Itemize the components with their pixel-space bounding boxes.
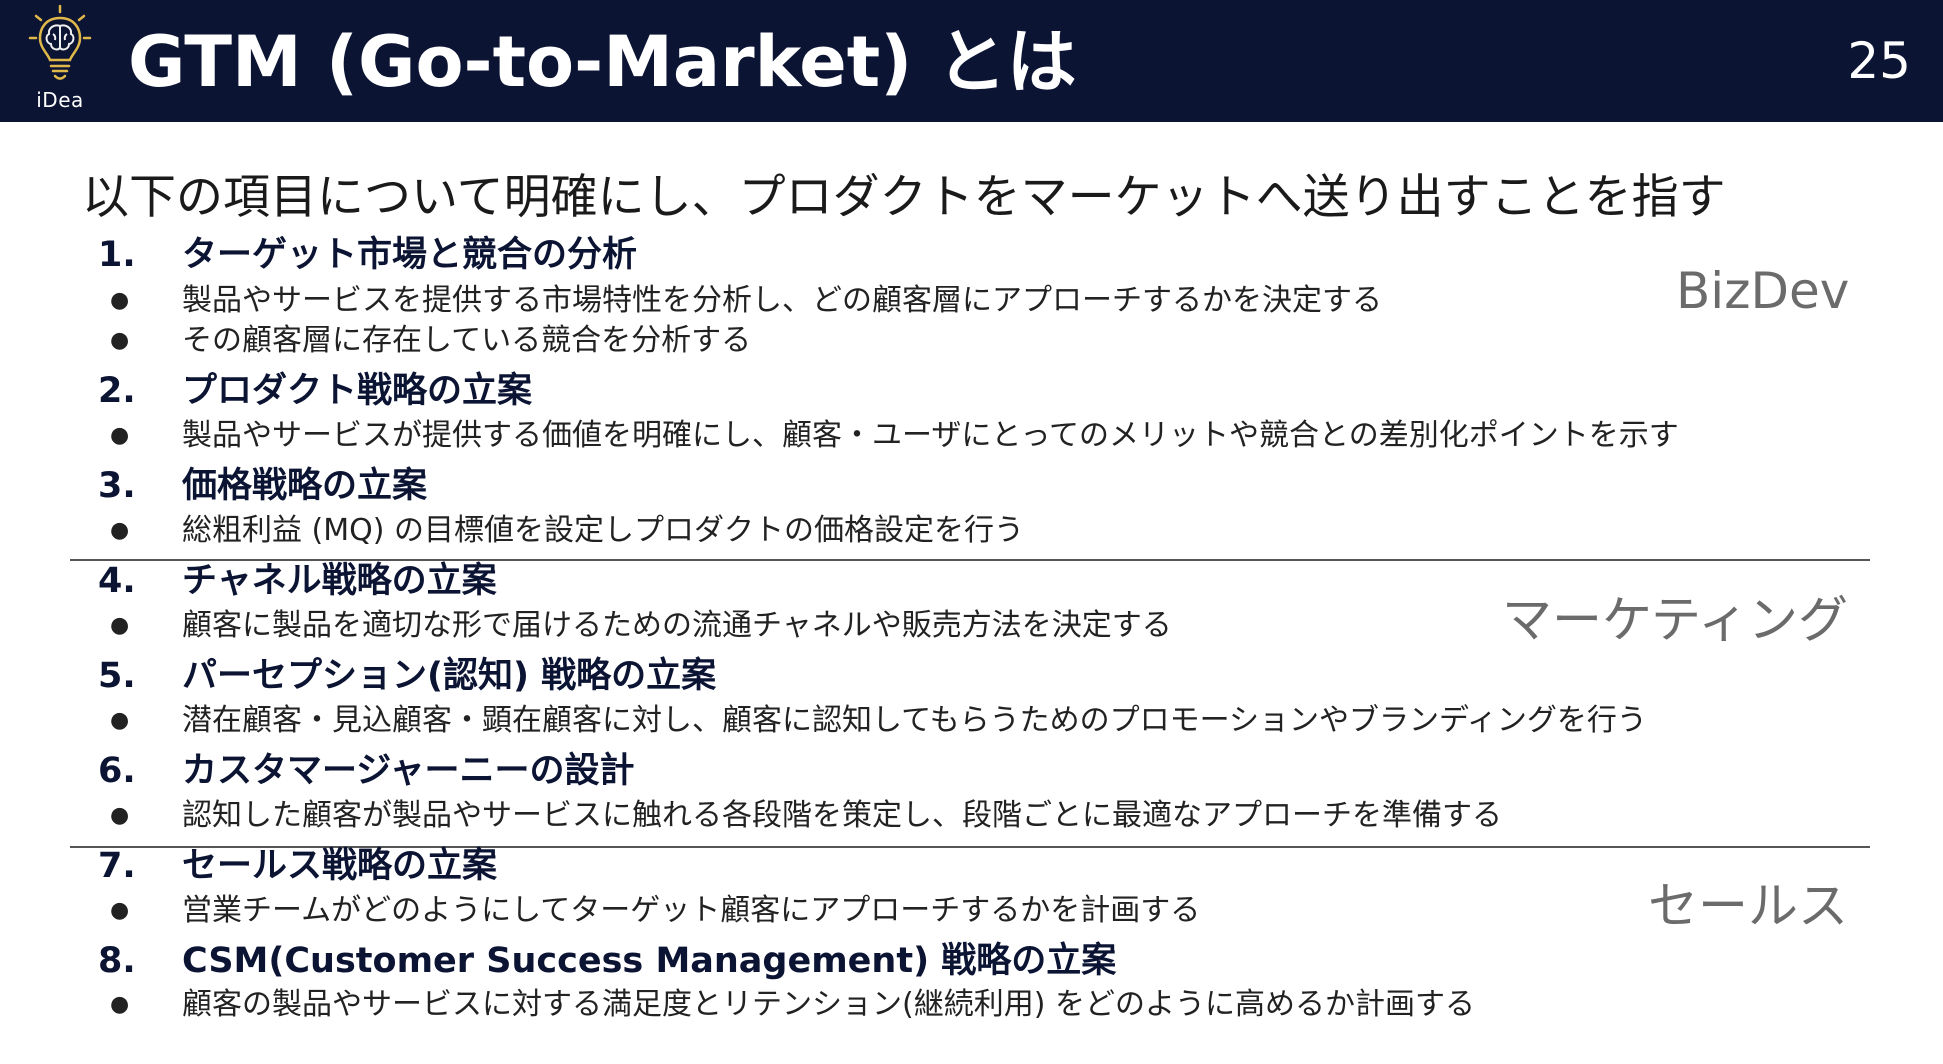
item-title: パーセプション(認知) 戦略の立案	[182, 656, 717, 696]
item-title: カスタマージャーニーの設計	[182, 751, 635, 791]
category-label-sales: セールス	[1648, 877, 1848, 935]
bullet-text: 製品やサービスが提供する価値を明確にし、顧客・ユーザにとってのメリットや競合との…	[182, 417, 1679, 453]
bullet-text: 製品やサービスを提供する市場特性を分析し、どの顧客層にアプローチするかを決定する	[182, 282, 1382, 318]
list-item: ● 認知した顧客が製品やサービスに触れる各段階を策定し、段階ごとに最適なアプローチ…	[110, 794, 1502, 836]
item-title: CSM(Customer Success Management) 戦略の立案	[182, 941, 1117, 981]
item-title: ターゲット市場と競合の分析	[182, 235, 638, 275]
item-number: 6.	[98, 751, 136, 791]
bullet-icon: ●	[110, 612, 130, 638]
item-heading: 4. チャネル戦略の立案	[98, 558, 497, 604]
item-heading: 5. パーセプション(認知) 戦略の立案	[98, 653, 716, 699]
bullet-icon: ●	[110, 707, 130, 733]
bullet-text: 顧客に製品を適切な形で届けるための流通チャネルや販売方法を決定する	[182, 607, 1172, 643]
item-number: 5.	[98, 656, 136, 696]
list-item: ● 潜在顧客・見込顧客・顕在顧客に対し、顧客に認知してもらうためのプロモーションや…	[110, 699, 1647, 741]
bullet-icon: ●	[110, 327, 130, 353]
item-number: 8.	[98, 941, 136, 981]
item-heading: 1. ターゲット市場と競合の分析	[98, 232, 637, 278]
list-item: ● その顧客層に存在している競合を分析する	[110, 319, 751, 361]
logo: iDea	[22, 4, 98, 116]
item-number: 2.	[98, 371, 136, 411]
bullet-icon: ●	[110, 422, 130, 448]
item-title: チャネル戦略の立案	[182, 561, 497, 601]
item-number: 1.	[98, 235, 136, 275]
item-title: セールス戦略の立案	[182, 846, 498, 886]
header-bar: iDea GTM (Go-to-Market) とは 25	[0, 0, 1943, 122]
bullet-text: 潜在顧客・見込顧客・顕在顧客に対し、顧客に認知してもらうためのプロモーションやブ…	[182, 702, 1647, 738]
subtitle: 以下の項目について明確にし、プロダクトをマーケットへ送り出すことを指す	[82, 170, 1726, 225]
item-heading: 3. 価格戦略の立案	[98, 463, 427, 509]
bullet-text: その顧客層に存在している競合を分析する	[182, 322, 752, 358]
category-label-marketing: マーケティング	[1502, 591, 1848, 649]
bullet-icon: ●	[110, 802, 130, 828]
bullet-icon: ●	[110, 517, 130, 543]
list-item: ● 総粗利益 (MQ) の目標値を設定しプロダクトの価格設定を行う	[110, 509, 1024, 551]
item-heading: 6. カスタマージャーニーの設計	[98, 748, 635, 794]
list-item: ● 製品やサービスを提供する市場特性を分析し、どの顧客層にアプローチするかを決定す…	[110, 279, 1382, 321]
bullet-icon: ●	[110, 991, 130, 1017]
page-number: 25	[1847, 32, 1911, 90]
item-heading: 8. CSM(Customer Success Management) 戦略の立案	[98, 938, 1116, 984]
page-title: GTM (Go-to-Market) とは	[128, 21, 1077, 103]
item-number: 7.	[98, 846, 136, 886]
bullet-icon: ●	[110, 287, 130, 313]
list-item: ● 製品やサービスが提供する価値を明確にし、顧客・ユーザにとってのメリットや競合と…	[110, 414, 1679, 456]
item-number: 4.	[98, 561, 136, 601]
logo-text: iDea	[36, 88, 84, 112]
bullet-text: 総粗利益 (MQ) の目標値を設定しプロダクトの価格設定を行う	[182, 512, 1024, 548]
bullet-text: 認知した顧客が製品やサービスに触れる各段階を策定し、段階ごとに最適なアプローチを…	[182, 797, 1502, 833]
bullet-icon: ●	[110, 897, 130, 923]
list-item: ● 顧客の製品やサービスに対する満足度とリテンション(継続利用) をどのように高め…	[110, 983, 1475, 1025]
list-item: ● 顧客に製品を適切な形で届けるための流通チャネルや販売方法を決定する	[110, 604, 1172, 646]
lightbulb-brain-icon	[28, 4, 92, 80]
bullet-text: 顧客の製品やサービスに対する満足度とリテンション(継続利用) をどのように高める…	[182, 986, 1475, 1022]
item-title: プロダクト戦略の立案	[182, 371, 533, 411]
category-label-bizdev: BizDev	[1676, 262, 1850, 320]
list-item: ● 営業チームがどのようにしてターゲット顧客にアプローチするかを計画する	[110, 889, 1200, 931]
item-heading: 2. プロダクト戦略の立案	[98, 368, 532, 414]
bullet-text: 営業チームがどのようにしてターゲット顧客にアプローチするかを計画する	[182, 892, 1201, 928]
item-heading: 7. セールス戦略の立案	[98, 843, 497, 889]
item-number: 3.	[98, 466, 136, 506]
item-title: 価格戦略の立案	[182, 466, 428, 506]
